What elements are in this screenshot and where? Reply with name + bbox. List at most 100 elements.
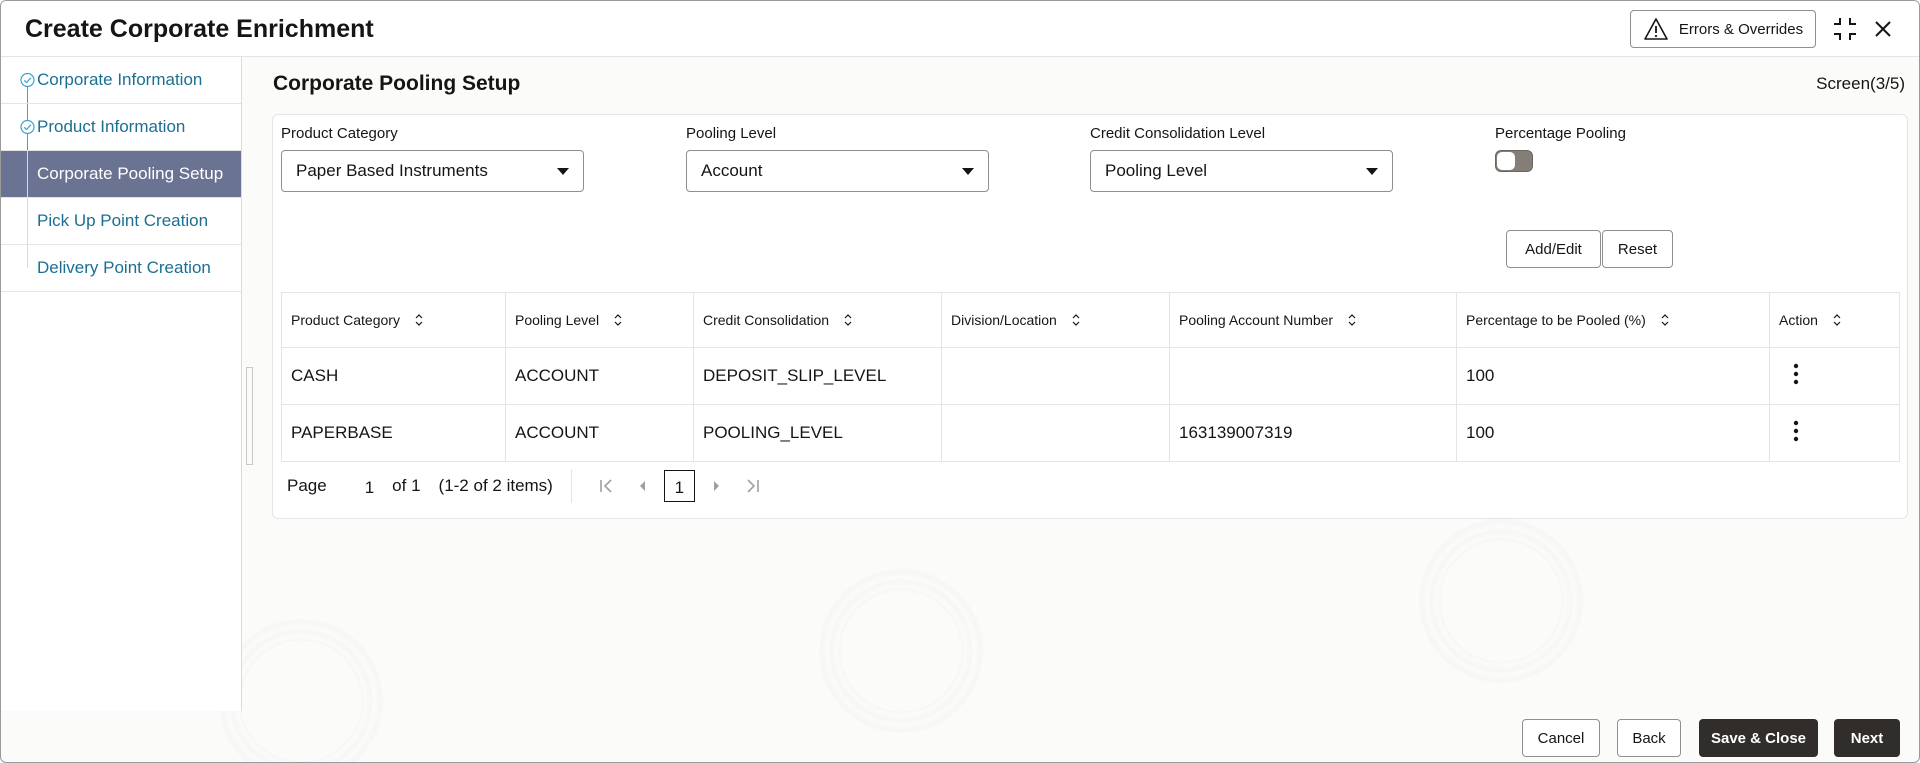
column-header-label: Division/Location [951,312,1057,328]
percentage-pooling-field: Percentage Pooling [1495,125,1626,172]
table-row[interactable]: CASH ACCOUNT DEPOSIT_SLIP_LEVEL 100 [281,347,1900,405]
table-header-row: Product Category Pooling Level Credit Co… [281,292,1900,348]
cell-percentage-pooled: 100 [1456,347,1770,405]
kebab-menu-icon[interactable] [1793,363,1799,385]
section-title: Corporate Pooling Setup [273,72,521,95]
pagination-divider [570,469,572,503]
cell-product-category: PAPERBASE [281,404,506,462]
scrollbar-thumb[interactable] [246,367,253,465]
dropdown-caret-icon [962,167,974,175]
sidebar-step-pick-up-point-creation[interactable]: Pick Up Point Creation [1,198,241,245]
page-label: Page [287,476,327,495]
pooling-level-field: Pooling Level Account [686,125,989,192]
table-row[interactable]: PAPERBASE ACCOUNT POOLING_LEVEL 16313900… [281,404,1900,462]
sort-icon[interactable] [843,312,853,328]
train-stop-sidebar: Corporate Information Product Informatio… [1,57,242,711]
cell-pooling-level: ACCOUNT [505,347,694,405]
product-category-value: Paper Based Instruments [296,161,488,180]
cell-division-location [941,404,1170,462]
column-header-label: Pooling Level [515,312,600,328]
cell-credit-consolidation: DEPOSIT_SLIP_LEVEL [693,347,942,405]
create-corporate-enrichment-window: Create Corporate Enrichment Errors & Ove… [0,0,1920,763]
page-title: Create Corporate Enrichment [25,15,374,43]
pending-step-dot-icon [20,261,35,276]
pooling-level-select[interactable]: Account [686,150,989,192]
column-header-percentage-pooled[interactable]: Percentage to be Pooled (%) [1456,292,1770,348]
sort-icon[interactable] [1071,312,1081,328]
step-label: Corporate Information [37,70,203,89]
dropdown-caret-icon [557,167,569,175]
cell-action [1769,347,1900,405]
sort-icon[interactable] [1660,312,1670,328]
sort-icon[interactable] [613,312,623,328]
cell-pooling-account-number: 163139007319 [1169,404,1457,462]
items-range-label: (1-2 of 2 items) [438,476,553,495]
sort-icon[interactable] [1832,312,1842,328]
step-label: Product Information [37,117,186,136]
column-header-pooling-account-number[interactable]: Pooling Account Number [1169,292,1457,348]
kebab-menu-icon[interactable] [1793,420,1799,442]
next-button[interactable]: Next [1834,719,1900,757]
pending-step-dot-icon [20,214,35,229]
product-category-select[interactable]: Paper Based Instruments [281,150,584,192]
sidebar-step-product-information[interactable]: Product Information [1,104,241,151]
credit-consolidation-level-label: Credit Consolidation Level [1090,125,1266,142]
step-label: Pick Up Point Creation [37,211,209,230]
credit-consolidation-level-value: Pooling Level [1105,161,1208,180]
credit-consolidation-level-select[interactable]: Pooling Level [1090,150,1393,192]
step-label: Corporate Pooling Setup [37,164,224,183]
column-header-label: Credit Consolidation [703,312,830,328]
pooling-level-value: Account [701,161,763,180]
close-icon[interactable] [1869,15,1897,43]
column-header-label: Pooling Account Number [1179,312,1334,328]
sort-icon[interactable] [1347,312,1357,328]
column-header-action[interactable]: Action [1769,292,1900,348]
last-page-icon[interactable] [743,476,763,496]
cell-percentage-pooled: 100 [1456,404,1770,462]
first-page-icon[interactable] [596,476,616,496]
percentage-pooling-label: Percentage Pooling [1495,125,1626,142]
cell-pooling-level: ACCOUNT [505,404,694,462]
check-circle-icon [20,119,35,135]
cancel-button[interactable]: Cancel [1522,719,1600,757]
header: Create Corporate Enrichment Errors & Ove… [1,1,1919,57]
cell-product-category: CASH [281,347,506,405]
page-number-button[interactable]: 1 [663,470,695,502]
column-header-pooling-level[interactable]: Pooling Level [505,292,694,348]
pooling-setup-panel: Product Category Paper Based Instruments… [272,114,1908,519]
sort-icon[interactable] [414,312,424,328]
current-step-dot-icon [20,167,35,182]
dropdown-caret-icon [1366,167,1378,175]
column-header-label: Action [1779,312,1818,328]
compress-icon[interactable] [1831,15,1859,43]
credit-consolidation-level-field: Credit Consolidation Level Pooling Level [1090,125,1393,192]
toggle-knob [1497,152,1515,170]
product-category-label: Product Category [281,125,398,142]
current-page-input[interactable]: 1 [365,475,374,498]
pooling-table: Product Category Pooling Level Credit Co… [281,292,1900,462]
check-circle-icon [20,72,35,88]
pooling-level-label: Pooling Level [686,125,777,142]
next-page-icon[interactable] [707,476,727,496]
cell-credit-consolidation: POOLING_LEVEL [693,404,942,462]
sidebar-step-corporate-information[interactable]: Corporate Information [1,57,241,104]
reset-button[interactable]: Reset [1602,230,1673,268]
column-header-credit-consolidation[interactable]: Credit Consolidation [693,292,942,348]
errors-overrides-button[interactable]: Errors & Overrides [1630,10,1816,48]
column-header-product-category[interactable]: Product Category [281,292,506,348]
back-button[interactable]: Back [1617,719,1681,757]
step-label: Delivery Point Creation [37,258,211,277]
cell-division-location [941,347,1170,405]
percentage-pooling-toggle[interactable] [1495,150,1533,172]
column-header-label: Percentage to be Pooled (%) [1466,312,1646,328]
column-header-division-location[interactable]: Division/Location [941,292,1170,348]
page-of-label: of 1 [392,476,421,495]
previous-page-icon[interactable] [632,476,652,496]
add-edit-button[interactable]: Add/Edit [1506,230,1601,268]
cell-action [1769,404,1900,462]
sidebar-step-corporate-pooling-setup[interactable]: Corporate Pooling Setup [1,151,241,198]
warning-icon [1644,18,1668,40]
save-and-close-button[interactable]: Save & Close [1699,719,1818,757]
product-category-field: Product Category Paper Based Instruments [281,125,584,192]
sidebar-step-delivery-point-creation[interactable]: Delivery Point Creation [1,245,241,292]
